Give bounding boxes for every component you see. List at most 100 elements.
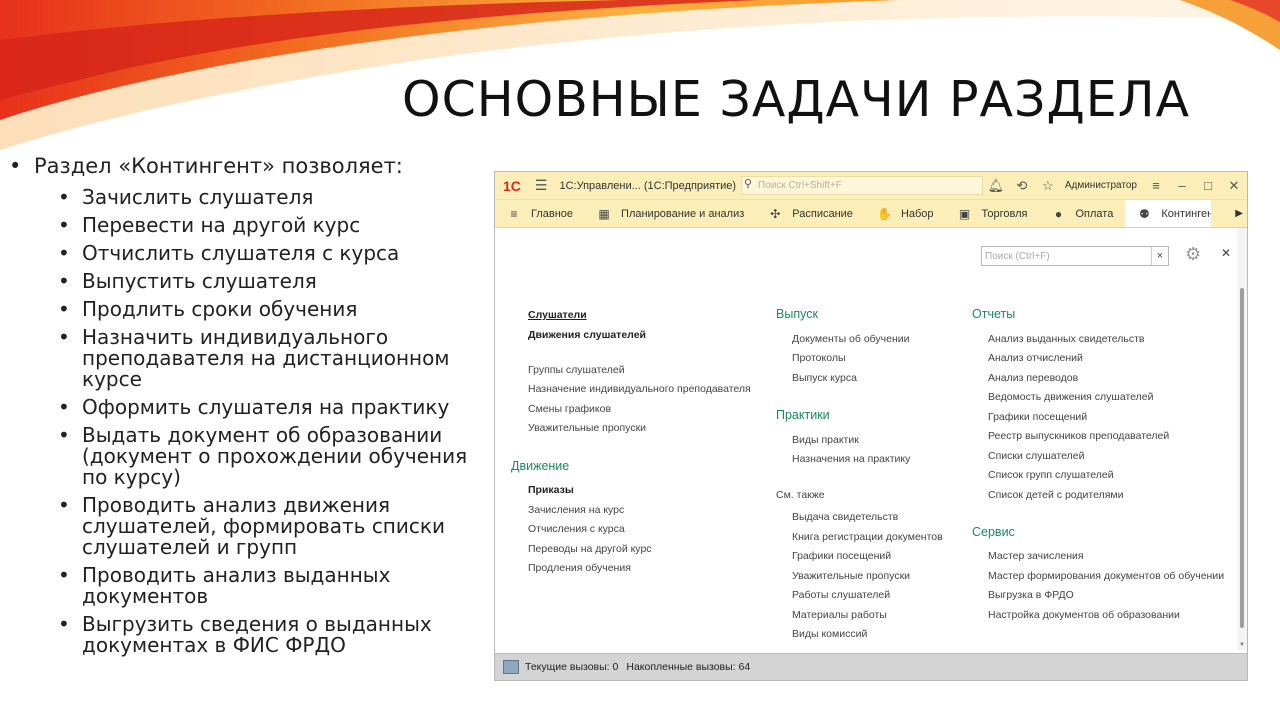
- link-report[interactable]: Анализ отчислений: [988, 352, 1083, 364]
- tab-label: Контингент: [1161, 207, 1219, 220]
- link-enrollments[interactable]: Зачисления на курс: [528, 504, 624, 516]
- link-report[interactable]: Реестр выпускников преподавателей: [988, 430, 1169, 442]
- link-commission-types[interactable]: Виды комиссий: [792, 628, 867, 640]
- link-report[interactable]: Списки слушателей: [988, 450, 1084, 462]
- form-search-placeholder: Поиск (Ctrl+F): [985, 250, 1050, 262]
- link-training-documents[interactable]: Документы об обучении: [792, 333, 910, 345]
- vertical-scrollbar[interactable]: ▼: [1237, 228, 1247, 650]
- scrollbar-thumb[interactable]: [1240, 288, 1244, 628]
- title-bar-controls: 🔔︎ ⟲ ☆ Администратор ≡ – □ ✕: [983, 172, 1247, 199]
- section-title-service: Сервис: [972, 525, 1015, 539]
- link-movements[interactable]: Движения слушателей: [528, 329, 646, 341]
- tab-label: Оплата: [1075, 207, 1114, 220]
- link-expulsions[interactable]: Отчисления с курса: [528, 523, 625, 535]
- chevron-right-icon: ▶: [1235, 208, 1243, 219]
- close-icon[interactable]: ✕: [1221, 178, 1247, 194]
- list-item: Отчислить слушателя с курса: [6, 239, 484, 267]
- bullet-intro: Раздел «Контингент» позволяет:: [6, 152, 484, 181]
- link-work-materials[interactable]: Материалы работы: [792, 609, 887, 621]
- gear-icon[interactable]: ⚙: [1185, 244, 1201, 265]
- link-individual-teacher[interactable]: Назначение индивидуального преподавателя: [528, 383, 751, 395]
- calls-icon: [503, 660, 519, 674]
- link-report[interactable]: Анализ переводов: [988, 372, 1078, 384]
- form-search-input[interactable]: Поиск (Ctrl+F) ×: [981, 246, 1169, 266]
- tab-label: Торговля: [981, 207, 1028, 220]
- status-bar: Текущие вызовы: 0 Накопленные вызовы: 64: [495, 653, 1247, 680]
- app-logo: 1С: [503, 177, 521, 194]
- title-bar: 1С ☰ 1С:Управлени... (1С:Предприятие) ⚲ …: [495, 172, 1247, 199]
- link-service[interactable]: Мастер зачисления: [988, 550, 1084, 562]
- global-search-input[interactable]: ⚲ Поиск Ctrl+Shift+F: [741, 176, 983, 195]
- link-report[interactable]: Список групп слушателей: [988, 469, 1114, 481]
- tab-planning[interactable]: ▦ Планирование и анализ: [585, 200, 756, 227]
- scroll-down-icon[interactable]: ▼: [1239, 642, 1245, 648]
- link-service[interactable]: Настройка документов об образовании: [988, 609, 1180, 621]
- settings-menu-icon[interactable]: ≡: [1143, 178, 1169, 193]
- chart-icon: ▦: [598, 206, 610, 221]
- list-item: Проводить анализ выданных документов: [6, 561, 484, 610]
- list-item: Проводить анализ движения слушателей, фо…: [6, 491, 484, 561]
- bag-icon: ▣: [958, 206, 971, 221]
- tab-main[interactable]: ≡ Главное: [495, 200, 585, 227]
- link-practice-assignments[interactable]: Назначения на практику: [792, 453, 910, 465]
- link-report[interactable]: Ведомость движения слушателей: [988, 391, 1153, 403]
- link-excused-absences-2[interactable]: Уважительные пропуски: [792, 570, 910, 582]
- link-service[interactable]: Мастер формирования документов об обучен…: [988, 570, 1224, 582]
- link-certificate-issue[interactable]: Выдача свидетельств: [792, 511, 898, 523]
- bullet-list: Раздел «Контингент» позволяет: Зачислить…: [6, 152, 484, 659]
- link-transfers[interactable]: Переводы на другой курс: [528, 543, 652, 555]
- link-service[interactable]: Выгрузка в ФРДО: [988, 589, 1074, 601]
- section-title-practice: Практики: [776, 408, 830, 422]
- list-item: Продлить сроки обучения: [6, 295, 484, 323]
- clear-icon[interactable]: ×: [1151, 247, 1168, 265]
- history-icon[interactable]: ⟲: [1009, 178, 1035, 194]
- tab-label: Главное: [531, 207, 574, 220]
- tab-enrollment[interactable]: ✋ Набор: [865, 200, 946, 227]
- link-course-release[interactable]: Выпуск курса: [792, 372, 857, 384]
- section-title-release: Выпуск: [776, 307, 818, 321]
- link-student-works[interactable]: Работы слушателей: [792, 589, 890, 601]
- search-placeholder: Поиск Ctrl+Shift+F: [758, 180, 842, 191]
- section-title-reports: Отчеты: [972, 307, 1016, 321]
- tab-payment[interactable]: ● Оплата: [1040, 200, 1126, 227]
- link-report[interactable]: Анализ выданных свидетельств: [988, 333, 1145, 345]
- link-report[interactable]: Графики посещений: [988, 411, 1087, 423]
- see-also-label: См. также: [776, 489, 825, 501]
- link-orders[interactable]: Приказы: [528, 484, 574, 496]
- maximize-icon[interactable]: □: [1195, 178, 1221, 193]
- link-listeners[interactable]: Слушатели: [528, 309, 587, 321]
- list-item: Выпустить слушателя: [6, 267, 484, 295]
- link-protocols[interactable]: Протоколы: [792, 352, 846, 364]
- list-item: Выдать документ об образовании (документ…: [6, 421, 484, 491]
- list-item: Зачислить слушателя: [6, 183, 484, 211]
- section-content: Поиск (Ctrl+F) × ⚙ ✕ Слушатели Движения …: [495, 228, 1237, 650]
- star-icon[interactable]: ☆: [1035, 178, 1061, 194]
- people-icon: ⚉: [1138, 206, 1150, 221]
- minimize-icon[interactable]: –: [1169, 178, 1195, 193]
- link-practice-types[interactable]: Виды практик: [792, 434, 859, 446]
- schedule-icon: ✣: [770, 206, 781, 221]
- link-report[interactable]: Список детей с родителями: [988, 489, 1123, 501]
- menu-icon: ≡: [510, 206, 518, 221]
- hamburger-icon[interactable]: ☰: [535, 177, 548, 194]
- tab-label: Набор: [900, 207, 934, 220]
- hand-icon: ✋: [876, 206, 892, 221]
- bell-icon[interactable]: 🔔︎: [983, 178, 1009, 194]
- section-title-movement: Движение: [511, 459, 570, 473]
- link-schedule-changes[interactable]: Смены графиков: [528, 403, 611, 415]
- close-panel-icon[interactable]: ✕: [1221, 246, 1231, 260]
- app-window: 1С ☰ 1С:Управлени... (1С:Предприятие) ⚲ …: [494, 171, 1248, 681]
- link-groups[interactable]: Группы слушателей: [528, 364, 625, 376]
- coin-icon: ●: [1054, 206, 1063, 221]
- current-calls: Текущие вызовы: 0: [525, 661, 619, 673]
- tab-trade[interactable]: ▣ Торговля: [946, 200, 1040, 227]
- link-excused-absences[interactable]: Уважительные пропуски: [528, 422, 646, 434]
- user-name[interactable]: Администратор: [1065, 180, 1137, 191]
- link-extensions[interactable]: Продления обучения: [528, 562, 631, 574]
- tab-schedule[interactable]: ✣ Расписание: [756, 200, 865, 227]
- link-attendance-schedules[interactable]: Графики посещений: [792, 550, 891, 562]
- link-registration-book[interactable]: Книга регистрации документов: [792, 531, 943, 543]
- app-title: 1С:Управлени... (1С:Предприятие): [559, 179, 737, 192]
- search-icon: ⚲: [744, 178, 753, 190]
- menu-scroll-right[interactable]: ▶: [1211, 200, 1247, 227]
